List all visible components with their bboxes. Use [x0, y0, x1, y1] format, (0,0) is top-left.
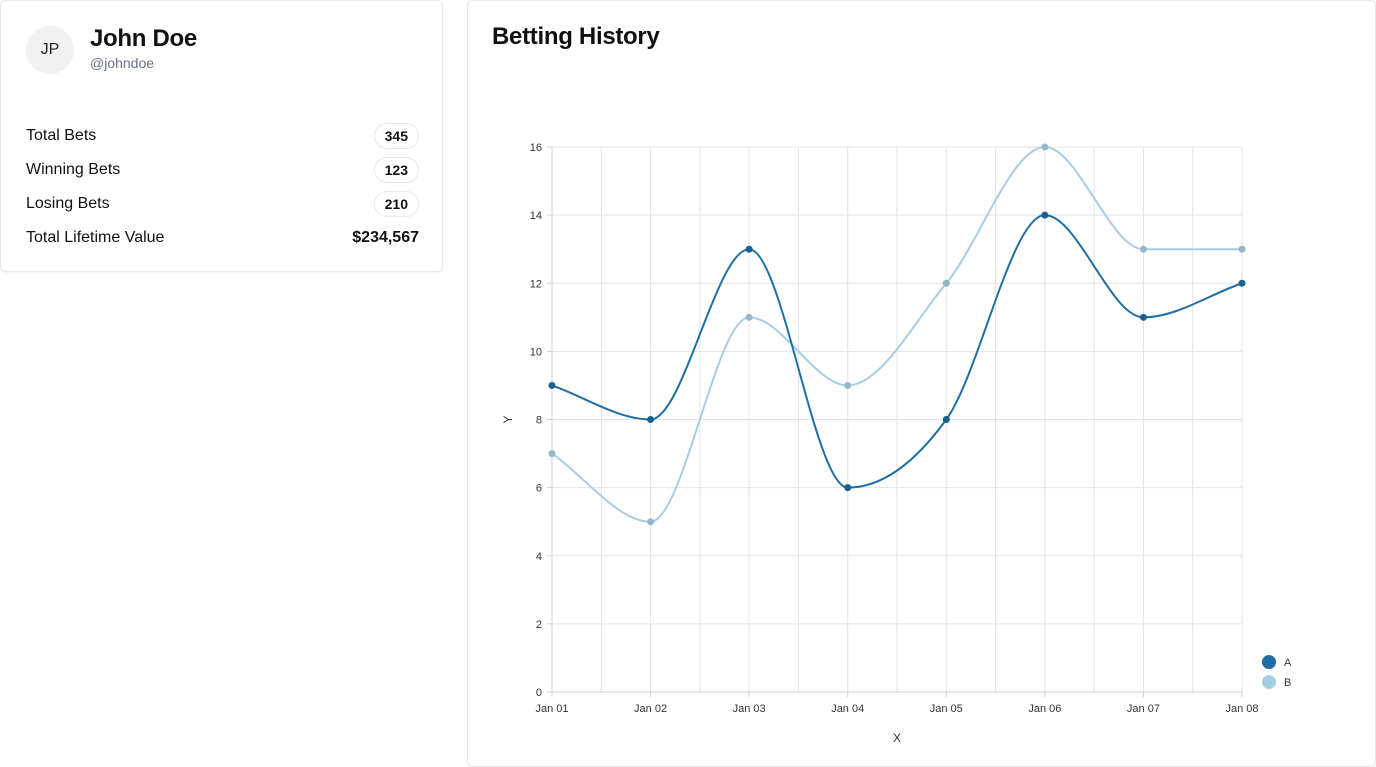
- betting-history-card: Betting History 0 2 4 6 8 10 12 14 16 Jan 01 Jan 0…: [467, 0, 1376, 767]
- data-point-B: [647, 518, 655, 526]
- x-tick-label: Jan 06: [1028, 703, 1061, 715]
- y-tick-label: 6: [536, 483, 542, 495]
- data-point-B: [844, 381, 852, 389]
- stat-badge: 210: [373, 191, 419, 217]
- betting-history-chart: 0 2 4 6 8 10 12 14 16 Jan 01 Jan 02 Jan 03 Jan 04 Jan…: [501, 142, 1292, 745]
- stat-row-winning-bets: Winning Bets 123: [26, 153, 419, 187]
- data-point-A: [844, 484, 852, 492]
- y-tick-label: 14: [530, 210, 542, 222]
- y-tick-label: 8: [536, 415, 542, 427]
- stat-row-total-bets: Total Bets 345: [26, 119, 419, 153]
- y-tick-label: 12: [530, 278, 542, 290]
- x-tick-label: Jan 02: [634, 703, 667, 715]
- data-point-B: [1041, 143, 1049, 151]
- x-tick-label: Jan 01: [535, 703, 568, 715]
- y-tick-label: 4: [536, 551, 542, 563]
- data-point-A: [1139, 313, 1147, 321]
- stat-label: Losing Bets: [26, 195, 110, 212]
- user-handle: @johndoe: [90, 54, 155, 71]
- name-block: John Doe @johndoe: [90, 25, 197, 72]
- y-tick-label: 0: [536, 687, 542, 699]
- y-axis-title: Y: [501, 415, 515, 423]
- legend-label-A: A: [1284, 657, 1292, 669]
- data-point-B: [548, 450, 556, 458]
- x-tick-label: Jan 04: [831, 703, 864, 715]
- stats-list: Total Bets 345 Winning Bets 123 Losing B…: [26, 119, 419, 255]
- stat-badge: 345: [373, 123, 419, 149]
- x-axis-title: X: [893, 731, 901, 745]
- data-point-A: [1238, 279, 1246, 287]
- x-tick-label: Jan 07: [1127, 703, 1160, 715]
- y-tick-label: 10: [530, 346, 542, 358]
- stat-badge: 123: [373, 157, 419, 183]
- data-point-B: [942, 279, 950, 287]
- data-point-A: [942, 416, 950, 423]
- data-point-A: [1041, 211, 1049, 219]
- legend-label-B: B: [1284, 677, 1291, 689]
- stat-label: Total Lifetime Value: [26, 229, 165, 246]
- data-point-A: [745, 245, 753, 253]
- x-tick-label: Jan 03: [733, 703, 766, 715]
- legend-swatch-B: [1262, 675, 1276, 689]
- x-tick-label: Jan 05: [930, 703, 963, 715]
- stat-label: Total Bets: [26, 127, 97, 144]
- user-name: John Doe: [90, 24, 197, 52]
- stat-row-losing-bets: Losing Bets 210: [26, 187, 419, 221]
- data-point-B: [745, 313, 753, 321]
- y-tick-label: 16: [530, 142, 542, 154]
- y-tick-label: 2: [536, 619, 542, 631]
- stat-row-lifetime-value: Total Lifetime Value $234,567: [26, 221, 419, 255]
- data-point-B: [1139, 245, 1147, 253]
- avatar[interactable]: JP: [26, 26, 74, 74]
- data-point-A: [548, 381, 556, 389]
- profile-header: JP John Doe @johndoe: [26, 25, 197, 74]
- lifetime-value: $234,567: [352, 229, 419, 246]
- profile-card: JP John Doe @johndoe Total Bets 345 Winn…: [0, 0, 443, 272]
- data-point-B: [1238, 245, 1246, 253]
- stat-label: Winning Bets: [26, 161, 121, 178]
- legend-swatch-A: [1262, 655, 1276, 669]
- data-point-A: [647, 416, 655, 423]
- x-tick-label: Jan 08: [1225, 703, 1258, 715]
